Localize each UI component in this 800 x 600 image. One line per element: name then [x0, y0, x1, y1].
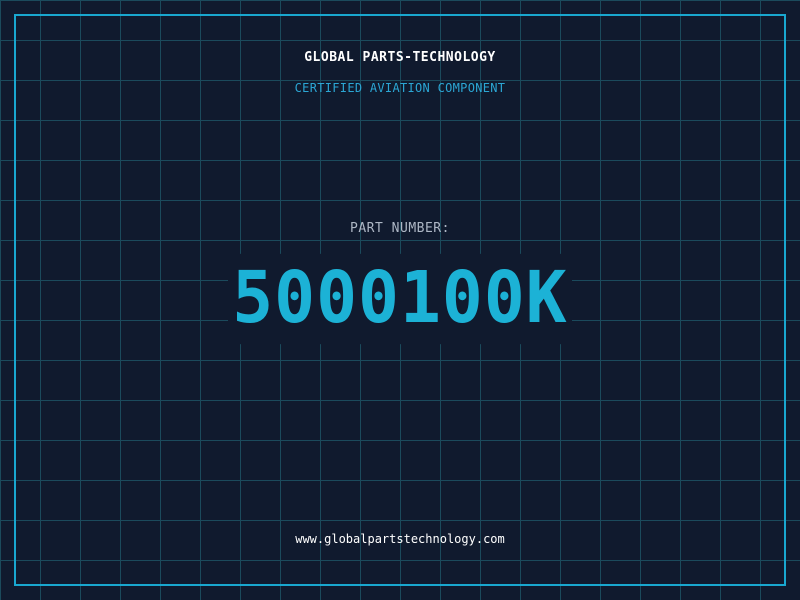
part-label-card: GLOBAL PARTS-TECHNOLOGY CERTIFIED AVIATI…: [0, 0, 800, 600]
company-name: GLOBAL PARTS-TECHNOLOGY: [304, 50, 496, 65]
part-number-label: PART NUMBER:: [350, 221, 450, 236]
website-url: www.globalpartstechnology.com: [295, 532, 505, 546]
part-number-display: 5000100K: [0, 253, 800, 346]
certification-subtitle: CERTIFIED AVIATION COMPONENT: [294, 81, 506, 95]
part-number-value: 5000100K: [228, 253, 572, 345]
